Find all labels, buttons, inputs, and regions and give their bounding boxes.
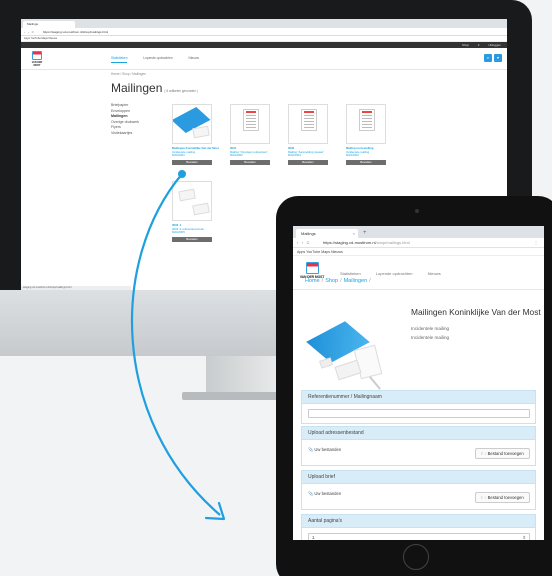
url-host: https://staging.vd-mostfrom.nl (323, 240, 376, 245)
breadcrumb-home[interactable]: Home (305, 278, 320, 284)
cart-count[interactable]: 2 (478, 43, 480, 47)
header-actions: ⌕ ▾ (482, 54, 502, 62)
breadcrumb-sep: / (340, 278, 342, 284)
page-title-text: Mailingen (111, 81, 163, 95)
url-path: /shop/mailings.html (375, 240, 410, 245)
your-files-text: Uw bestanden (314, 491, 342, 496)
result-count: ( 6 artikelen gevonden ) (164, 89, 198, 93)
your-files-label: 📎 Uw bestanden (308, 491, 342, 496)
product-image[interactable] (346, 104, 386, 144)
breadcrumb-sep: / (369, 278, 371, 284)
url-text: https://staging.vd-mostfrom.nl/shop/mail… (43, 30, 109, 34)
main-menu: Statistieken Lopende opdrachten Nieuws (111, 56, 214, 63)
main-menu: Statistieken Lopende opdrachten Nieuws (340, 271, 455, 276)
product-subtitle: Incidentele mailing (411, 335, 450, 340)
menu-item[interactable]: Nieuws (428, 271, 441, 276)
product-image[interactable] (230, 104, 270, 144)
address-bar[interactable]: ‹ › C https://staging.vd-mostfrom.nl/sho… (21, 28, 507, 36)
product-card[interactable]: 0003 -1 0003 -1 referentieverzoek MAIL00… (172, 181, 220, 242)
tablet-screen: Mailings × + ‹ › C https://staging.vd-mos… (293, 226, 544, 540)
nav-arrows-icon[interactable]: ‹ › C (24, 28, 35, 36)
breadcrumb[interactable]: Home / Shop / Mailingen (111, 72, 146, 76)
browser-tab[interactable]: Mailings (23, 21, 75, 28)
add-file-label: Bestand toevoegen (487, 495, 524, 500)
reference-panel: Referentienummer / Mailingnaam (301, 390, 536, 424)
breadcrumb-shop[interactable]: Shop (325, 278, 338, 284)
pages-value: 1 (312, 535, 315, 540)
your-files-text: Uw bestanden (314, 447, 342, 452)
panel-heading: Aantal pagina's (302, 515, 535, 528)
nav-arrows-icon[interactable]: ‹ › C (297, 238, 311, 248)
browser-tab[interactable]: Mailings × (296, 229, 358, 238)
order-button[interactable]: Bestellen (230, 159, 270, 165)
shop-link[interactable]: Shop (462, 43, 469, 47)
menu-item[interactable]: Lopende opdrachten (143, 56, 172, 60)
menu-item[interactable]: Lopende opdrachten (376, 271, 413, 276)
product-code: MAIL0003 (288, 153, 301, 157)
logout-link[interactable]: Uitloggen (488, 43, 501, 47)
page-title: Mailingen( 6 artikelen gevonden ) (111, 81, 198, 95)
product-subtitle: Incidentele mailing (411, 326, 450, 331)
pages-panel: Aantal pagina's 1 ⇕ (301, 514, 536, 540)
product-code: MAIL0005 (172, 230, 185, 234)
add-file-label: Bestand toevoegen (487, 451, 524, 456)
order-button[interactable]: Bestellen (346, 159, 386, 165)
your-files-label: 📎 Uw bestanden (308, 447, 342, 452)
breadcrumb-sep: / (321, 278, 324, 284)
product-image[interactable] (288, 104, 328, 144)
logo-mark-icon (32, 51, 42, 60)
menu-item[interactable]: Nieuws (189, 56, 199, 60)
status-bar: staging.vd-mostfrom.nl/shop/mailings.htm… (21, 286, 131, 290)
panel-heading: Referentienummer / Mailingnaam (302, 391, 535, 404)
breadcrumb: Home / Shop / Mailingen / (305, 278, 373, 284)
product-image[interactable] (172, 104, 212, 144)
brand-logo[interactable]: VAN DER MOST (29, 51, 45, 67)
brand-logo[interactable]: VAN DER MOST (299, 262, 325, 279)
new-tab-icon[interactable]: + (363, 230, 367, 237)
add-file-button[interactable]: 🗁 Bestand toevoegen (475, 492, 530, 503)
product-card[interactable]: Mailing na bestelling Incidentele mailin… (346, 104, 394, 165)
upload-addresses-panel: Upload adressenbestand 📎 Uw bestanden 🗁 … (301, 426, 536, 466)
close-tab-icon[interactable]: × (353, 229, 355, 238)
cart-icon[interactable]: ▾ (494, 54, 502, 62)
reference-input[interactable] (308, 409, 530, 418)
category-sidebar: Briefpapier Enveloppen Mailingen Overige… (111, 103, 139, 137)
arrow-head-icon (204, 501, 226, 521)
pages-select[interactable]: 1 ⇕ (308, 533, 530, 540)
product-card[interactable]: Mailingen Koninklijke Van der Most Incid… (172, 104, 220, 165)
logo-mark-icon (305, 262, 319, 274)
product-title: Mailingen Koninklijke Van der Most (411, 307, 541, 317)
order-button[interactable]: Bestellen (288, 159, 328, 165)
browser-tabbar: Mailings × + (293, 226, 544, 238)
product-code: MAIL0002 (230, 153, 243, 157)
order-button[interactable]: Bestellen (172, 159, 212, 165)
menu-item[interactable]: Statistieken (340, 271, 361, 276)
panel-heading: Upload brief (302, 471, 535, 484)
add-file-button[interactable]: 🗁 Bestand toevoegen (475, 448, 530, 459)
browser-tab-title: Mailings (301, 231, 316, 236)
tablet-camera (415, 209, 419, 213)
browser-menu-icon[interactable]: ⋮ (534, 238, 538, 248)
product-code: MAIL0001 (172, 153, 185, 157)
product-card[interactable]: 0001 Mailing "Opvolgen referenties" MAIL… (230, 104, 278, 165)
address-bar[interactable]: ‹ › C https://staging.vd-mostfrom.nl/sho… (293, 238, 544, 248)
upload-letter-panel: Upload brief 📎 Uw bestanden 🗁 Bestand to… (301, 470, 536, 510)
bookmarks-bar[interactable]: Apps YouTube Maps Nieuws (293, 248, 544, 256)
breadcrumb-current[interactable]: Mailingen (344, 278, 368, 284)
product-image[interactable] (172, 181, 212, 221)
site-header: VAN DER MOST Statistieken Lopende opdrac… (21, 48, 507, 70)
sidebar-item[interactable]: Visitekaartjes (111, 131, 139, 137)
site-header: VAN DER MOST Statistieken Lopende opdrac… (293, 256, 544, 290)
product-card[interactable]: 0002 Mailing "Aanmelding nieuwe" MAIL000… (288, 104, 336, 165)
browser-tabbar: Mailings (21, 19, 507, 28)
search-icon[interactable]: ⌕ (484, 54, 492, 62)
menu-item[interactable]: Statistieken (111, 56, 128, 63)
order-button[interactable]: Bestellen (172, 236, 212, 242)
product-code: MAIL0004 (346, 153, 359, 157)
chevron-updown-icon: ⇕ (522, 535, 526, 540)
panel-heading: Upload adressenbestand (302, 427, 535, 440)
tablet-home-button[interactable] (403, 544, 429, 570)
product-image (306, 315, 390, 393)
